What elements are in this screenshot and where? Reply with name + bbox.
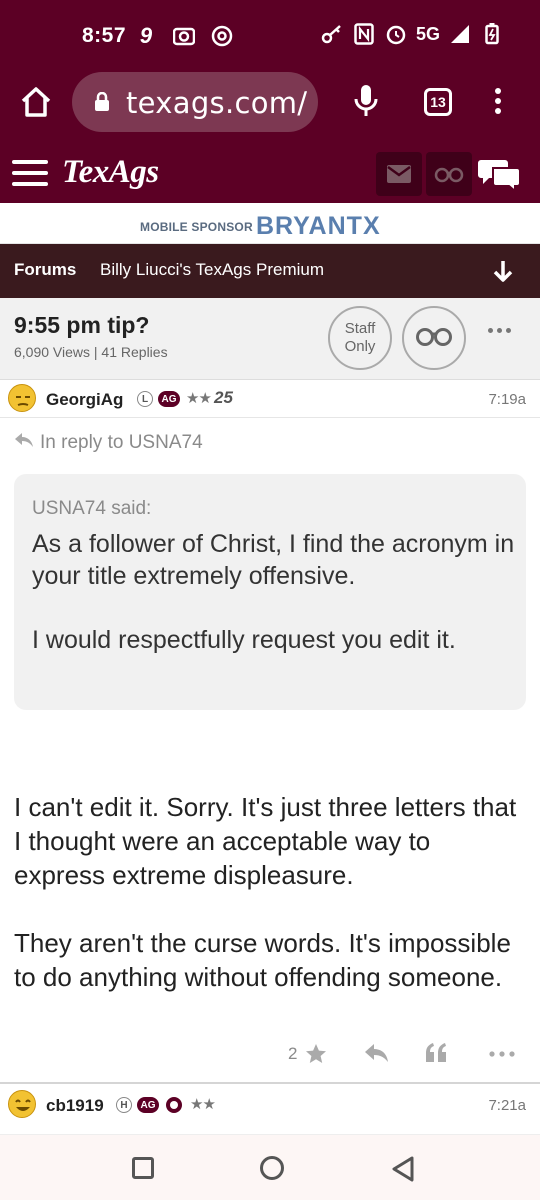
star-rating: ★★	[190, 1096, 216, 1113]
star-icon[interactable]	[304, 1042, 330, 1066]
reply-icon[interactable]	[364, 1042, 390, 1066]
forum-breadcrumb: Forums Billy Liucci's TexAgs Premium	[0, 244, 540, 298]
post-time: 7:19a	[488, 391, 526, 408]
post-actions: 2	[0, 1034, 540, 1074]
tab-switcher-button[interactable]: 13	[424, 88, 452, 116]
avatar[interactable]	[8, 1090, 36, 1118]
post-username[interactable]: GeorgiAg	[46, 390, 123, 410]
system-navigation-bar	[0, 1134, 540, 1200]
post-time: 7:21a	[488, 1097, 526, 1114]
chrome-icon	[210, 24, 234, 48]
sponsor-banner[interactable]: MOBILE SPONSOR BRYANTX	[0, 206, 540, 244]
back-button[interactable]	[390, 1155, 416, 1183]
alarm-icon	[384, 22, 408, 46]
mail-icon[interactable]	[376, 152, 422, 196]
browser-toolbar: texags.com/ 13	[0, 70, 540, 138]
status-right-icons: 5G	[320, 22, 504, 46]
staff-only-label: Staff Only	[344, 320, 376, 355]
arrow-down-icon[interactable]	[490, 258, 516, 284]
ag-badge: AG	[158, 391, 180, 407]
reply-arrow-icon	[14, 432, 34, 454]
url-text: texags.com/	[126, 86, 308, 120]
post-username[interactable]: cb1919	[46, 1096, 104, 1116]
forums-link[interactable]: Forums	[14, 260, 76, 280]
quote-block: USNA74 said: As a follower of Christ, I …	[14, 474, 526, 710]
home-button[interactable]	[260, 1156, 284, 1180]
network-label: 5G	[415, 23, 440, 44]
thread-title: 9:55 pm tip?	[14, 312, 150, 338]
quote-icon[interactable]	[424, 1042, 450, 1066]
sponsor-brand: BRYANTX	[256, 212, 381, 240]
signal-icon	[448, 22, 472, 46]
team-logo-icon	[164, 1095, 184, 1115]
microphone-icon[interactable]	[352, 84, 380, 118]
status-bar: 8:57 9 5G	[0, 0, 540, 70]
reply-reference[interactable]: In reply to USNA74	[14, 432, 203, 454]
chat-icon[interactable]	[476, 152, 522, 196]
site-header: TexAgs	[0, 138, 540, 206]
ag-badge: AG	[137, 1097, 159, 1113]
post-body: I can't edit it. Sorry. It's just three …	[14, 792, 517, 992]
nfc-icon	[352, 22, 376, 46]
recent-apps-button[interactable]	[132, 1157, 154, 1179]
camera-icon	[172, 24, 196, 48]
star-rating: ★★	[186, 390, 212, 407]
forum-name-link[interactable]: Billy Liucci's TexAgs Premium	[100, 260, 324, 280]
binoculars-icon[interactable]	[426, 152, 472, 196]
status-time: 8:57	[82, 24, 127, 47]
thread-meta: 6,090 Views | 41 Replies	[14, 344, 168, 360]
home-icon[interactable]	[18, 84, 54, 120]
quote-author: USNA74 said:	[32, 498, 152, 519]
reply-to-label: In reply to USNA74	[40, 432, 203, 453]
quote-text: As a follower of Christ, I find the acro…	[32, 530, 515, 654]
binoculars-icon	[416, 325, 452, 352]
battery-icon	[480, 22, 504, 46]
status-left-icons: 9	[134, 23, 234, 48]
avatar[interactable]	[8, 384, 36, 412]
key-icon	[320, 22, 344, 46]
sponsor-label: MOBILE SPONSOR	[140, 220, 253, 234]
next-post-header: cb1919 H AG ★★ 7:21a	[0, 1082, 540, 1126]
browser-menu-button[interactable]	[486, 84, 510, 118]
more-options-icon[interactable]	[488, 1042, 515, 1066]
site-logo[interactable]: TexAgs	[62, 154, 159, 191]
thread-header: 9:55 pm tip? 6,090 Views | 41 Replies St…	[0, 298, 540, 380]
h-badge: H	[116, 1097, 132, 1113]
legacy-badge: L	[137, 391, 153, 407]
post-header: GeorgiAg L AG ★★ 25 7:19a	[0, 380, 540, 418]
like-count: 2	[288, 1044, 298, 1063]
hamburger-menu-icon[interactable]	[12, 160, 48, 186]
address-bar[interactable]: texags.com/	[72, 72, 318, 132]
thread-more-icon[interactable]	[488, 328, 511, 333]
rank-badge: 25	[214, 388, 233, 407]
staff-only-button[interactable]: Staff Only	[328, 306, 392, 370]
lock-icon	[94, 91, 110, 112]
nine-app-icon: 9	[139, 23, 153, 48]
watch-thread-button[interactable]	[402, 306, 466, 370]
